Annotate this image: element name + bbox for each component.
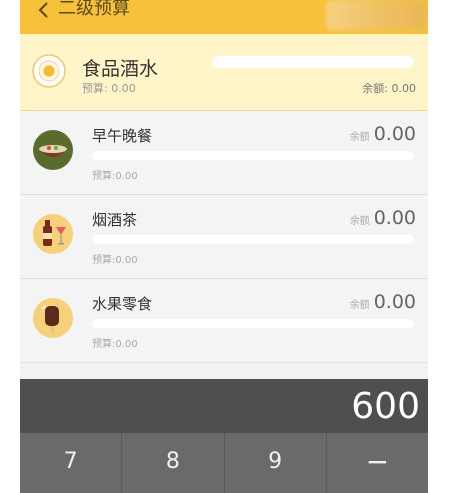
row-remain: 余额 0.00 [349,123,416,145]
list-item[interactable]: 烟酒茶 余额 0.00 预算:0.00 [20,195,428,279]
category-remain: 余额: 0.00 [362,82,416,95]
row-name: 水果零食 [92,295,153,313]
app-screen: 二级预算 食品酒水 预算: 0.00 余额: 0.00 早午晚餐 余额 0.00… [20,0,428,493]
numeric-keypad: 7 8 9 − [20,433,428,493]
row-name: 早午晚餐 [92,127,153,145]
page-title: 二级预算 [58,0,130,19]
row-budget: 预算:0.00 [92,339,138,350]
key-9[interactable]: 9 [225,433,327,493]
category-budget: 预算: 0.00 [82,82,136,95]
amount-value: 600 [351,386,420,427]
row-progress-bar [92,319,414,328]
chevron-left-icon[interactable] [34,0,54,22]
row-progress-bar [92,235,414,244]
list-item[interactable]: 早午晚餐 余额 0.00 预算:0.00 [20,111,428,195]
bottle-glass-icon [32,213,74,255]
page: 二级预算 食品酒水 预算: 0.00 余额: 0.00 早午晚餐 余额 0.00… [0,0,456,493]
blurred-region [326,0,426,30]
row-name: 烟酒茶 [92,211,138,229]
row-remain: 余额 0.00 [349,291,416,313]
list-item[interactable]: 水果零食 余额 0.00 预算:0.00 [20,279,428,363]
row-budget: 预算:0.00 [92,255,138,266]
row-progress-bar [92,151,414,160]
popsicle-icon [32,297,74,339]
row-remain: 余额 0.00 [349,207,416,229]
row-budget: 预算:0.00 [92,171,138,182]
key-7[interactable]: 7 [20,433,123,493]
bowl-icon [32,129,74,171]
key-8[interactable]: 8 [122,433,225,493]
category-progress-bar [212,56,414,68]
category-title: 食品酒水 [82,58,159,80]
top-bar: 二级预算 [20,0,428,34]
category-header[interactable]: 食品酒水 预算: 0.00 余额: 0.00 [20,34,428,111]
plate-egg-icon [32,54,66,88]
amount-display: 600 [20,379,428,433]
key-minus[interactable]: − [327,433,428,493]
